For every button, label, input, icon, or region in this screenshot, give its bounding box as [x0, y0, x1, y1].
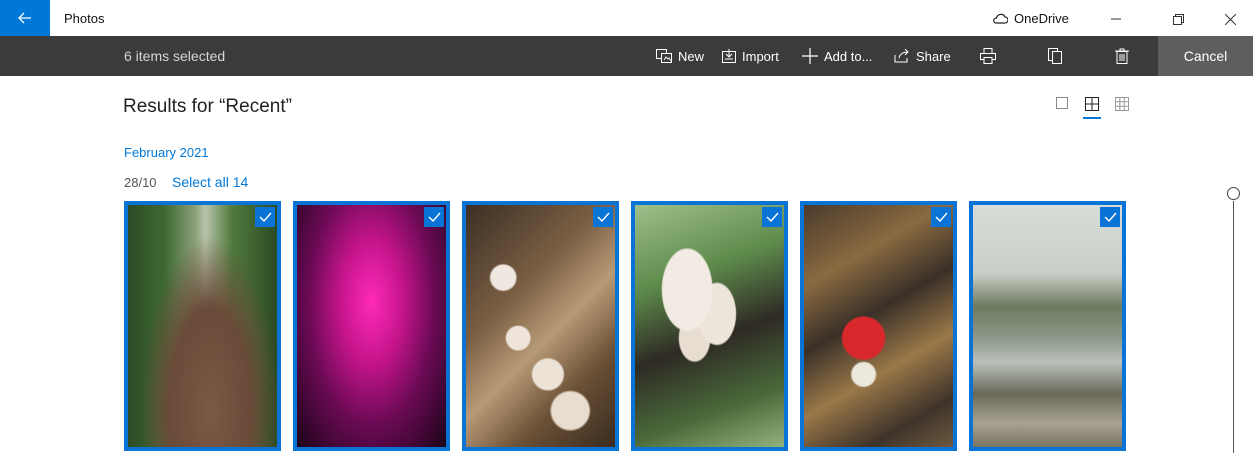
arrow-left-icon [18, 12, 31, 24]
grid-medium-icon [1085, 97, 1099, 111]
results-title: Results for “Recent” [123, 96, 292, 117]
checkmark-icon [428, 212, 441, 222]
import-icon [722, 49, 736, 63]
selected-checkbox[interactable] [255, 207, 275, 227]
photo-pink-tree [297, 205, 446, 447]
title-bar: Photos OneDrive [0, 0, 1253, 36]
import-button[interactable]: Import [722, 36, 779, 76]
zoom-slider-track[interactable] [1233, 201, 1234, 453]
photo-mushrooms-log [466, 205, 615, 447]
square-icon [1056, 97, 1068, 109]
selected-checkbox[interactable] [931, 207, 951, 227]
zoom-slider-handle[interactable] [1227, 187, 1240, 200]
print-button[interactable] [980, 36, 996, 76]
photo-thumbnail[interactable] [969, 201, 1126, 451]
selected-checkbox[interactable] [762, 207, 782, 227]
photo-thumbnail[interactable] [293, 201, 450, 451]
small-view-toggle[interactable] [1112, 97, 1132, 119]
checkmark-icon [935, 212, 948, 222]
copy-button[interactable] [1048, 36, 1062, 76]
cloud-icon [993, 13, 1008, 24]
photo-white-fungi [635, 205, 784, 447]
cancel-button[interactable]: Cancel [1158, 36, 1253, 76]
checkmark-icon [1104, 212, 1117, 222]
selection-command-bar: 6 items selected New Import Add to... Sh… [0, 36, 1253, 76]
import-label: Import [742, 48, 779, 64]
photo-thumbnail[interactable] [124, 201, 281, 451]
photo-thumbnail[interactable] [631, 201, 788, 451]
date-heading: 28/10 [124, 175, 157, 190]
photo-woodland-path [128, 205, 277, 447]
checkmark-icon [597, 212, 610, 222]
selected-checkbox[interactable] [424, 207, 444, 227]
month-heading[interactable]: February 2021 [124, 145, 209, 160]
copy-icon [1048, 48, 1062, 64]
trash-icon [1115, 48, 1129, 64]
onedrive-label: OneDrive [1014, 11, 1069, 26]
photo-red-mushroom [804, 205, 953, 447]
share-button[interactable]: Share [894, 36, 951, 76]
restore-button[interactable] [1156, 6, 1200, 32]
close-button[interactable] [1208, 6, 1252, 32]
active-view-indicator [1083, 117, 1101, 119]
minimize-icon [1111, 18, 1121, 20]
app-title: Photos [64, 11, 105, 26]
medium-view-toggle[interactable] [1082, 97, 1102, 119]
selected-checkbox[interactable] [1100, 207, 1120, 227]
onedrive-status[interactable]: OneDrive [992, 11, 1069, 26]
new-label: New [678, 48, 705, 64]
plus-icon [802, 48, 818, 64]
printer-icon [980, 48, 996, 64]
share-label: Share [916, 48, 951, 64]
restore-icon [1172, 13, 1184, 25]
grid-small-icon [1115, 97, 1129, 111]
delete-button[interactable] [1115, 36, 1129, 76]
selected-checkbox[interactable] [593, 207, 613, 227]
back-button[interactable] [0, 0, 50, 36]
select-all-link[interactable]: Select all 14 [172, 174, 248, 190]
new-video-icon [656, 49, 672, 63]
photo-thumbnail[interactable] [462, 201, 619, 451]
photo-thumbnail[interactable] [800, 201, 957, 451]
add-to-button[interactable]: Add to... [802, 36, 872, 76]
checkmark-icon [259, 212, 272, 222]
minimize-button[interactable] [1094, 6, 1138, 32]
add-to-label: Add to... [824, 48, 873, 64]
photo-river-landscape [973, 205, 1122, 447]
share-icon [894, 49, 909, 63]
selection-count: 6 items selected [124, 48, 226, 64]
checkmark-icon [766, 212, 779, 222]
single-view-toggle[interactable] [1052, 97, 1072, 119]
new-button[interactable]: New [656, 36, 704, 76]
close-icon [1224, 13, 1236, 25]
